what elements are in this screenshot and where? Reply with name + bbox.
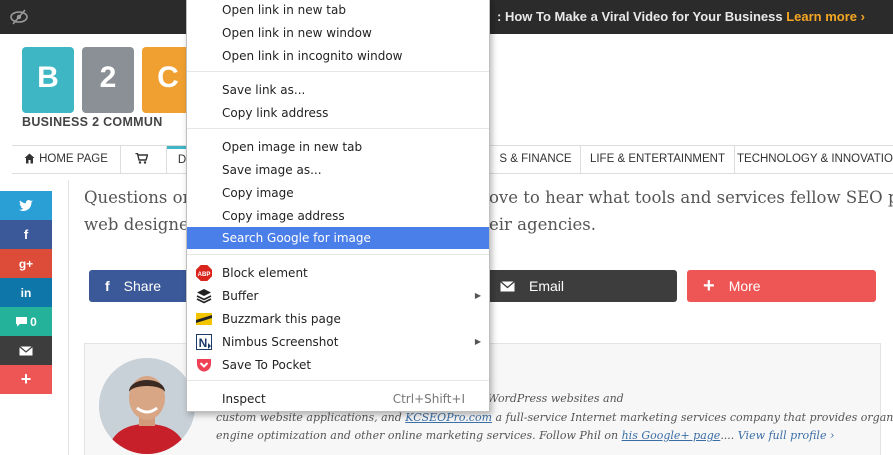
menu-separator bbox=[187, 128, 489, 129]
nav-tech[interactable]: TECHNOLOGY & INNOVATION bbox=[735, 146, 893, 173]
sidebar-divider bbox=[68, 180, 69, 455]
email-share-button[interactable] bbox=[0, 336, 52, 365]
menu-nimbus-screenshot[interactable]: N Nimbus Screenshot ▶ bbox=[187, 331, 489, 353]
email-share-bar-button[interactable]: Email bbox=[480, 270, 677, 302]
pocket-icon bbox=[197, 359, 211, 372]
cart-icon bbox=[135, 152, 149, 164]
intro-line2-right: eir agencies. bbox=[489, 215, 596, 234]
eye-slash-icon[interactable] bbox=[9, 7, 29, 27]
more-share-button[interactable]: + bbox=[0, 365, 52, 394]
comments-button[interactable]: 0 bbox=[0, 307, 52, 336]
logo-piece-b: B bbox=[22, 47, 74, 113]
kcseopro-link[interactable]: KCSEOPro.com bbox=[405, 411, 492, 424]
page: { "banner": {"text": ": How To Make a Vi… bbox=[0, 0, 893, 455]
linkedin-icon: in bbox=[20, 285, 32, 300]
menu-buffer-label: Buffer bbox=[222, 289, 259, 303]
menu-block-element[interactable]: ABP Block element bbox=[187, 262, 489, 284]
menu-copy-link[interactable]: Copy link address bbox=[187, 102, 489, 124]
banner-text: : How To Make a Viral Video for Your Bus… bbox=[497, 9, 787, 24]
menu-open-link-incognito[interactable]: Open link in incognito window bbox=[187, 45, 489, 67]
inspect-shortcut: Ctrl+Shift+I bbox=[392, 392, 465, 406]
google-plus-link[interactable]: his Google+ page bbox=[622, 429, 721, 442]
menu-nimbus-label: Nimbus Screenshot bbox=[222, 335, 339, 349]
linkedin-share-button[interactable]: in bbox=[0, 278, 52, 307]
comment-count: 0 bbox=[30, 314, 37, 329]
share-sidebar: f g+ in 0 + bbox=[0, 191, 52, 394]
envelope-icon bbox=[500, 280, 515, 291]
menu-buzzmark-label: Buzzmark this page bbox=[222, 312, 341, 326]
site-logo[interactable]: B 2 C BUSINESS 2 COMMUN bbox=[22, 47, 194, 133]
logo-piece-2: 2 bbox=[82, 47, 134, 113]
envelope-icon bbox=[19, 345, 33, 355]
submenu-arrow-icon: ▶ bbox=[474, 291, 481, 300]
plus-icon: + bbox=[20, 369, 32, 389]
menu-buffer[interactable]: Buffer ▶ bbox=[187, 285, 489, 307]
facebook-share-button[interactable]: f bbox=[0, 220, 52, 249]
menu-buzzmark[interactable]: Buzzmark this page bbox=[187, 308, 489, 330]
menu-open-link-new-tab[interactable]: Open link in new tab bbox=[187, 0, 489, 21]
nav-home[interactable]: HOME PAGE bbox=[12, 146, 121, 173]
menu-pocket-label: Save To Pocket bbox=[222, 358, 312, 372]
author-avatar[interactable] bbox=[99, 358, 195, 454]
home-icon bbox=[24, 153, 35, 164]
menu-block-element-label: Block element bbox=[222, 266, 308, 280]
facebook-share-bar-button[interactable]: f Share bbox=[89, 270, 195, 302]
menu-inspect[interactable]: Inspect Ctrl+Shift+I bbox=[187, 388, 489, 410]
twitter-icon bbox=[19, 199, 33, 211]
nav-finance[interactable]: S & FINANCE bbox=[491, 146, 581, 173]
bio-line3: engine optimization and other online mar… bbox=[216, 429, 835, 442]
gplus-icon: g+ bbox=[18, 256, 34, 271]
nav-life[interactable]: LIFE & ENTERTAINMENT bbox=[581, 146, 735, 173]
gplus-share-button[interactable]: g+ bbox=[0, 249, 52, 278]
nav-home-label: HOME PAGE bbox=[39, 153, 108, 165]
facebook-icon: f bbox=[105, 278, 110, 294]
intro-line1-right: ove to hear what tools and services fell… bbox=[489, 188, 893, 207]
buffer-icon bbox=[196, 289, 212, 304]
menu-copy-image[interactable]: Copy image bbox=[187, 182, 489, 204]
menu-separator bbox=[187, 380, 489, 381]
submenu-arrow-icon: ▶ bbox=[474, 337, 481, 346]
menu-open-image-new-tab[interactable]: Open image in new tab bbox=[187, 136, 489, 158]
menu-copy-image-address[interactable]: Copy image address bbox=[187, 205, 489, 227]
nimbus-icon: N bbox=[196, 334, 212, 350]
twitter-share-button[interactable] bbox=[0, 191, 52, 220]
menu-save-image[interactable]: Save image as... bbox=[187, 159, 489, 181]
comment-icon bbox=[16, 317, 28, 327]
facebook-icon: f bbox=[23, 227, 29, 242]
menu-save-to-pocket[interactable]: Save To Pocket bbox=[187, 354, 489, 376]
view-full-profile-link[interactable]: View full profile › bbox=[738, 429, 835, 442]
more-label: More bbox=[728, 278, 761, 294]
menu-inspect-label: Inspect bbox=[222, 392, 266, 406]
logo-tagline: BUSINESS 2 COMMUN bbox=[22, 115, 163, 129]
more-share-bar-button[interactable]: + More bbox=[687, 270, 876, 302]
adblock-icon: ABP bbox=[196, 265, 212, 281]
buzzmark-icon bbox=[196, 313, 212, 325]
menu-separator bbox=[187, 71, 489, 72]
share-label: Share bbox=[123, 278, 162, 294]
plus-icon: + bbox=[703, 274, 715, 297]
author-photo bbox=[99, 358, 195, 454]
menu-save-link[interactable]: Save link as... bbox=[187, 79, 489, 101]
nav-shop[interactable] bbox=[121, 146, 167, 173]
menu-separator bbox=[187, 254, 489, 255]
menu-search-google-image[interactable]: Search Google for image bbox=[187, 227, 489, 249]
email-label: Email bbox=[529, 278, 565, 294]
banner-headline[interactable]: : How To Make a Viral Video for Your Bus… bbox=[497, 9, 865, 24]
context-menu: Open link in new tab Open link in new wi… bbox=[186, 0, 490, 412]
menu-open-link-new-window[interactable]: Open link in new window bbox=[187, 22, 489, 44]
learn-more-link[interactable]: Learn more › bbox=[786, 9, 865, 24]
svg-text:N: N bbox=[199, 336, 208, 350]
svg-text:ABP: ABP bbox=[198, 272, 211, 278]
